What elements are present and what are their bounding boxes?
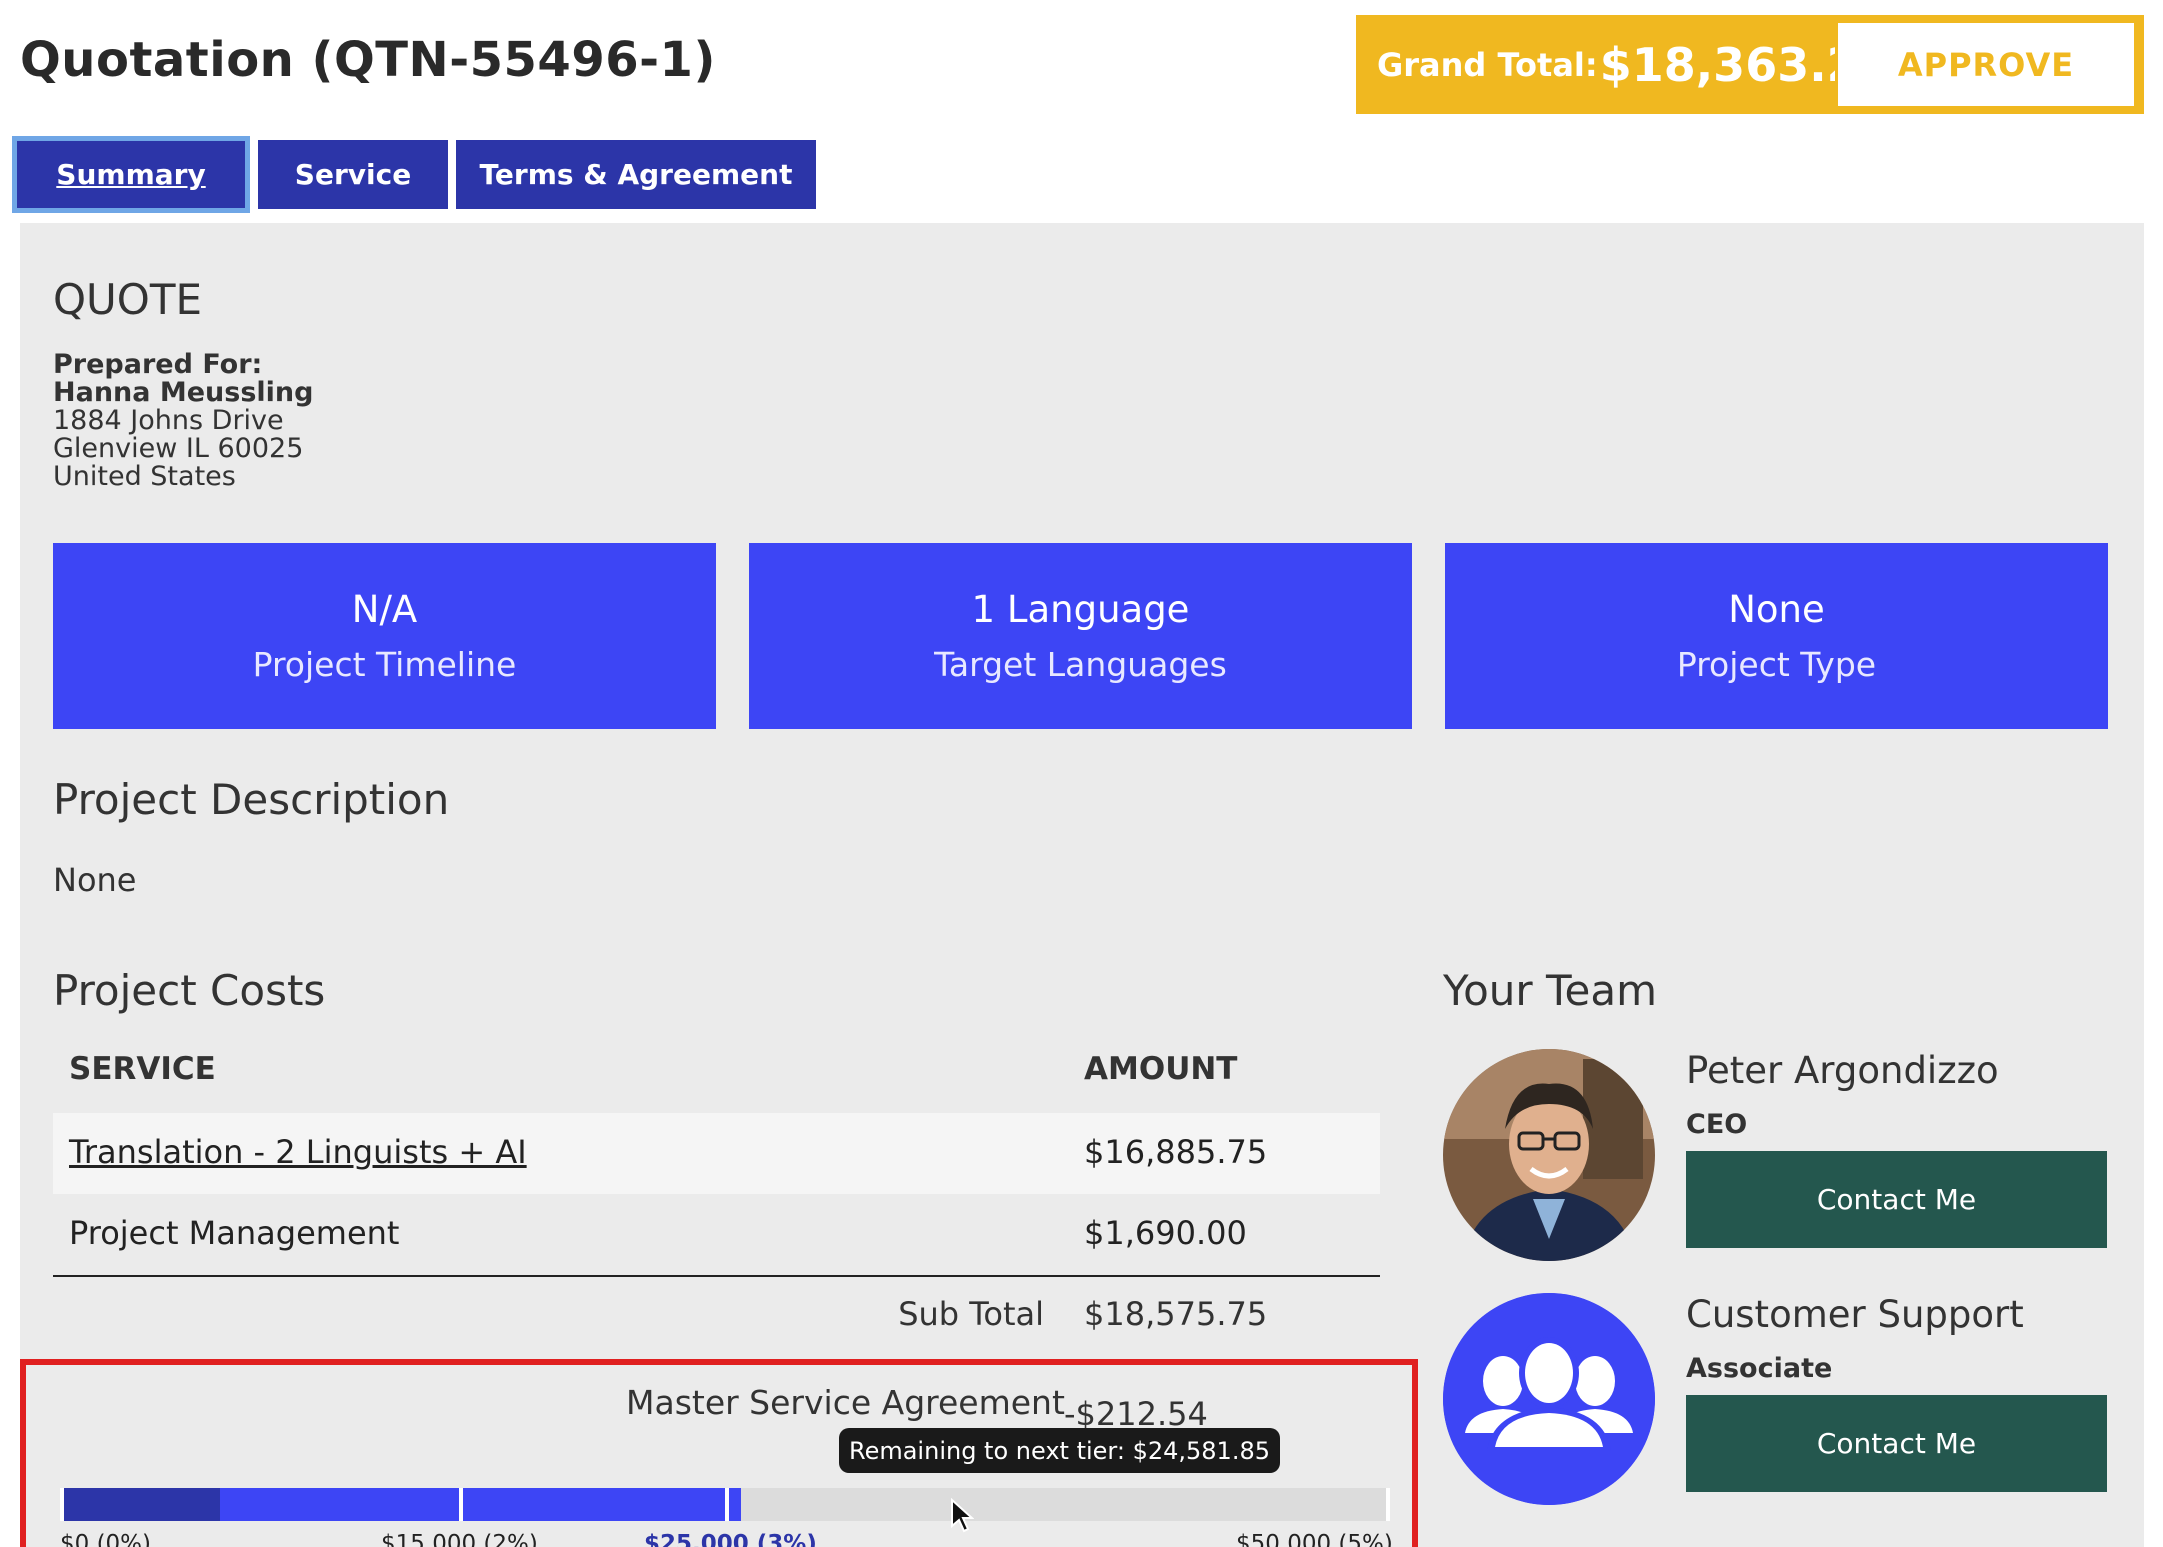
col-amount-header: AMOUNT [1084,1051,1238,1087]
tier-tooltip: Remaining to next tier: $24,581.85 [839,1428,1280,1473]
team-member: Peter Argondizzo CEO Contact Me [1443,1049,2133,1269]
member-role: Associate [1686,1353,1833,1384]
subtotal-value: $18,575.75 [1084,1295,1268,1333]
tier-tick [459,1488,463,1521]
card-label: Target Languages [934,645,1227,684]
person-photo-icon [1443,1049,1655,1261]
avatar [1443,1293,1655,1505]
card-target-languages: 1 Language Target Languages [749,543,1412,729]
team-member: Customer Support Associate Contact Me [1443,1293,2133,1513]
service-cell: Project Management [69,1214,400,1252]
prepared-for-label: Prepared For: [53,349,263,380]
card-label: Project Timeline [252,645,517,684]
card-value: None [1728,588,1825,631]
project-description-heading: Project Description [53,775,450,824]
summary-cards: N/A Project Timeline 1 Language Target L… [53,543,2108,729]
msa-label: Master Service Agreement [626,1383,1065,1422]
quotation-page: Quotation (QTN-55496-1) Grand Total: $18… [0,0,2163,1547]
member-name: Peter Argondizzo [1686,1049,1999,1092]
summary-panel: QUOTE Prepared For: Hanna Meussling 1884… [20,223,2144,1547]
member-name: Customer Support [1686,1293,2024,1336]
tier-tick [725,1488,729,1521]
progress-fill [220,1488,736,1521]
project-description-value: None [53,861,137,899]
grand-total-box: Grand Total: $18,363.21 APPROVE [1356,15,2144,114]
address-line-2: Glenview IL 60025 [53,433,304,464]
card-label: Project Type [1676,645,1877,684]
member-role: CEO [1686,1109,1748,1140]
tier-progress-bar[interactable] [60,1488,1390,1521]
service-link[interactable]: Translation - 2 Linguists + AI [69,1133,527,1171]
address-country: United States [53,461,236,492]
tier-label: $0 (0%) [60,1531,152,1547]
tab-service[interactable]: Service [258,140,448,209]
team-heading: Your Team [1443,966,1658,1015]
table-row: Translation - 2 Linguists + AI $16,885.7… [53,1113,1380,1194]
amount-cell: $16,885.75 [1084,1133,1268,1171]
quote-heading: QUOTE [53,275,203,324]
avatar [1443,1049,1655,1261]
address-line-1: 1884 Johns Drive [53,405,284,436]
client-name: Hanna Meussling [53,377,314,408]
mouse-cursor-icon [951,1498,974,1533]
contact-me-button[interactable]: Contact Me [1686,1395,2107,1492]
progress-segment [60,1488,220,1521]
card-project-timeline: N/A Project Timeline [53,543,716,729]
amount-cell: $1,690.00 [1084,1214,1247,1252]
tier-label: $15,000 (2%) [381,1531,538,1547]
grand-total-label: Grand Total: [1377,45,1598,84]
subtotal-label: Sub Total [898,1295,1044,1333]
tab-terms-agreement[interactable]: Terms & Agreement [456,140,816,209]
project-costs-heading: Project Costs [53,966,326,1015]
page-title: Quotation (QTN-55496-1) [20,32,716,88]
table-row: Project Management $1,690.00 [53,1194,1380,1277]
card-value: N/A [351,588,418,631]
tier-tick [1386,1488,1390,1521]
col-service-header: SERVICE [69,1051,216,1087]
contact-me-button[interactable]: Contact Me [1686,1151,2107,1248]
progress-marker [734,1488,741,1521]
approve-button[interactable]: APPROVE [1835,20,2137,109]
tab-summary[interactable]: Summary [12,136,250,213]
card-project-type: None Project Type [1445,543,2108,729]
tier-label: $25,000 (3%) [644,1531,817,1547]
msa-discount-box: Master Service Agreement -$212.54 Remain… [20,1359,1418,1547]
prepared-for-block: Prepared For: Hanna Meussling 1884 Johns… [53,351,313,491]
tab-bar: Summary Service Terms & Agreement [12,136,824,213]
costs-table-header: SERVICE AMOUNT [53,1051,1380,1111]
group-icon [1443,1293,1655,1505]
tier-tick [60,1488,64,1521]
card-value: 1 Language [971,588,1190,631]
tier-label: $50,000 (5%) [1236,1531,1393,1547]
